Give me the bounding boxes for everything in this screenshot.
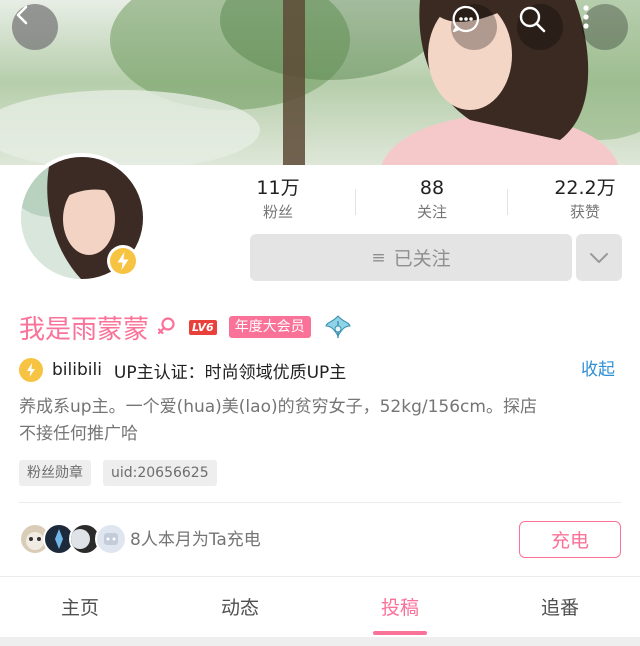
vip-badge[interactable]: 年度大会员: [228, 316, 311, 338]
tag-list: 粉丝勋章 uid:20656625: [19, 460, 229, 486]
tab-home[interactable]: 主页: [0, 593, 160, 620]
verify-brand: bilibili: [52, 360, 102, 380]
followed-button[interactable]: ≡ 已关注: [250, 234, 572, 281]
stat-label: 获赞: [569, 203, 600, 221]
menu-lines-icon: ≡: [371, 247, 386, 268]
more-vertical-icon: [583, 5, 589, 29]
profile-banner: [0, 0, 640, 165]
profile-tabs: 主页 动态 投稿 追番: [0, 577, 640, 637]
username: 我是雨蒙蒙: [19, 314, 150, 345]
uid-tag[interactable]: uid:20656625: [103, 460, 217, 486]
tab-bangumi[interactable]: 追番: [480, 593, 640, 620]
stats-panel: 11万 粉丝 88 关注 22.2万 获赞: [198, 175, 638, 225]
divider: [507, 189, 508, 215]
collapse-link[interactable]: 收起: [581, 356, 615, 384]
female-icon: [157, 316, 177, 338]
verified-badge: [107, 245, 139, 277]
search-button[interactable]: [517, 4, 563, 50]
verify-text: UP主认证：时尚领域优质UP主: [113, 362, 347, 383]
search-icon: [519, 6, 546, 33]
section-divider: [0, 637, 640, 646]
stat-label: 关注: [416, 203, 447, 221]
stat-following[interactable]: 88 关注: [362, 175, 502, 223]
fan-medal-tag[interactable]: 粉丝勋章: [19, 460, 91, 486]
charger-avatars[interactable]: [19, 523, 129, 557]
ribbon-pendant-icon[interactable]: [323, 312, 353, 342]
bio-line: 养成系up主。一个爱(hua)美(lao)的贫穷女子，52kg/156cm。探店: [19, 397, 537, 417]
name-row: 我是雨蒙蒙 LV6 年度大会员: [19, 309, 353, 345]
charge-button[interactable]: 充电: [519, 521, 621, 558]
stat-value: 88: [419, 177, 445, 199]
bio-line: 不接任何推广哈: [19, 424, 138, 444]
bio: 养成系up主。一个爱(hua)美(lao)的贫穷女子，52kg/156cm。探店…: [19, 394, 619, 448]
message-button[interactable]: [451, 4, 497, 50]
stat-value: 11万: [256, 177, 300, 199]
more-button[interactable]: [582, 4, 628, 50]
follow-dropdown-button[interactable]: [576, 234, 622, 281]
tab-dynamics[interactable]: 动态: [160, 593, 320, 620]
back-button[interactable]: [12, 4, 58, 50]
divider: [355, 189, 356, 215]
lightning-icon: [19, 358, 43, 382]
stat-fans[interactable]: 11万 粉丝: [208, 175, 348, 223]
divider: [19, 502, 621, 503]
chevron-left-icon: [16, 5, 28, 25]
charge-count-text[interactable]: 8人本月为Ta充电: [130, 527, 261, 553]
verification-row: bilibili UP主认证：时尚领域优质UP主: [19, 356, 346, 384]
stat-label: 粉丝: [262, 203, 293, 221]
active-tab-indicator: [373, 631, 427, 635]
avatar: [95, 523, 127, 555]
tab-uploads[interactable]: 投稿: [320, 593, 480, 620]
followed-label: 已关注: [393, 248, 451, 270]
message-icon: [452, 5, 480, 33]
stat-value: 22.2万: [554, 177, 616, 199]
lightning-icon: [110, 248, 136, 274]
chevron-down-icon: [590, 252, 608, 263]
stat-likes[interactable]: 22.2万 获赞: [515, 175, 640, 223]
level-badge: LV6: [189, 319, 217, 335]
